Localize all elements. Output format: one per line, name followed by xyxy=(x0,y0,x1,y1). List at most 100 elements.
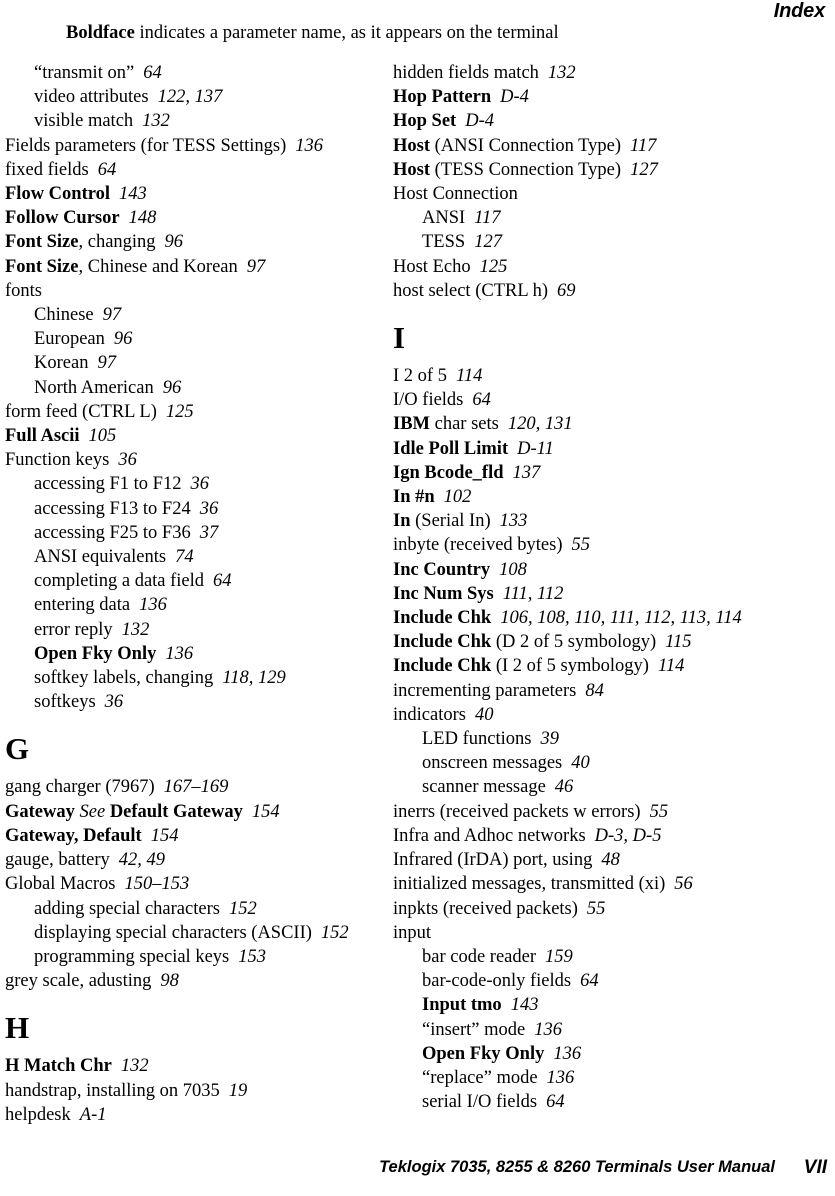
index-entry-term: Inc Country xyxy=(393,559,491,580)
index-entry-pages: 48 xyxy=(601,850,620,871)
index-entry-term: Hop Pattern xyxy=(393,87,492,108)
index-entry-pages: 150–153 xyxy=(124,874,190,895)
index-entry-pages: 64 xyxy=(472,390,491,411)
boldface-legend: Boldface indicates a parameter name, as … xyxy=(66,23,559,44)
index-entry-pages: 64 xyxy=(546,1092,565,1113)
index-entry: Gateway, Default 154 xyxy=(5,824,385,848)
index-entry-pages: 120, 131 xyxy=(507,414,573,435)
index-subentry: Korean 97 xyxy=(34,351,385,375)
index-entry-term: ANSI equivalents xyxy=(34,547,167,568)
index-entry: fonts xyxy=(5,279,385,303)
index-entry-term: Input tmo xyxy=(422,995,502,1016)
section-letter-heading: G xyxy=(5,731,30,767)
index-entry-pages: 117 xyxy=(630,135,657,156)
index-entry: grey scale, adusting 98 xyxy=(5,969,385,993)
index-entry-term: hidden fields match xyxy=(393,63,539,83)
index-entry-term: (ANSI Connection Type) xyxy=(430,135,622,156)
index-entry-pages: 74 xyxy=(175,547,194,568)
index-entry-pages: 111, 112 xyxy=(502,583,564,604)
index-subentry: “insert” mode 136 xyxy=(422,1018,773,1042)
index-entry: Inc Country 108 xyxy=(393,558,773,582)
index-entry-term: Korean xyxy=(34,353,89,374)
index-entry-pages: 148 xyxy=(128,208,157,229)
index-subentry: accessing F13 to F24 36 xyxy=(34,497,385,521)
index-subentry: video attributes 122, 137 xyxy=(34,85,385,109)
index-entry-term: incrementing parameters xyxy=(393,680,577,701)
index-entry-term: Chinese xyxy=(34,305,94,326)
index-entry-pages: 42, 49 xyxy=(118,850,166,871)
index-entry-term: accessing F13 to F24 xyxy=(34,498,191,519)
index-subentry: bar code reader 159 xyxy=(422,945,773,969)
index-entry-term-bold: Host xyxy=(393,159,430,180)
index-entry: Function keys 36 xyxy=(5,448,385,472)
index-entry-pages: 118, 129 xyxy=(222,668,286,689)
index-entry-pages: 114 xyxy=(455,366,483,387)
index-entry: Font Size, changing 96 xyxy=(5,230,385,254)
index-entry-term-bold: Include Chk xyxy=(393,656,492,677)
index-entry: gang charger (7967) 167–169 xyxy=(5,775,385,799)
index-subentry: entering data 136 xyxy=(34,593,385,617)
index-entry-term: error reply xyxy=(34,619,113,640)
index-entry-pages: 105 xyxy=(88,426,117,447)
index-entry-pages: 55 xyxy=(649,801,669,822)
index-entry-term: softkeys xyxy=(34,692,96,713)
page-header: Index Boldface indicates a parameter nam… xyxy=(0,0,835,52)
index-entry-term: Full Ascii xyxy=(5,426,80,447)
index-entry-pages: 152 xyxy=(228,898,257,919)
index-entry-term: gang charger (7967) xyxy=(5,777,155,798)
index-entry-pages: 36 xyxy=(190,474,209,495)
index-entry-term: (I 2 of 5 symbology) xyxy=(491,656,649,677)
index-entry: host select (CTRL h) 69 xyxy=(393,279,773,303)
index-entry-term: LED functions xyxy=(422,729,532,750)
index-entry: gauge, battery 42, 49 xyxy=(5,848,385,872)
index-entry-term-bold: In xyxy=(393,511,411,532)
index-entry-pages: 143 xyxy=(510,995,539,1016)
index-entry-pages: 96 xyxy=(164,232,184,253)
index-entry-term: visible match xyxy=(34,111,134,132)
index-entry-term: programming special keys xyxy=(34,946,230,967)
index-entry-pages: 127 xyxy=(630,159,658,180)
index-entry-term: Include Chk xyxy=(393,608,492,629)
index-entry-pages: 114 xyxy=(657,656,685,677)
index-entry-pages: 122, 137 xyxy=(157,87,223,108)
page-footer: Teklogix 7035, 8255 & 8260 Terminals Use… xyxy=(0,1157,835,1188)
index-entry-pages: 154 xyxy=(251,801,280,822)
index-subentry: softkeys 36 xyxy=(34,690,385,714)
index-entry-pages: 55 xyxy=(571,535,591,556)
index-subentry: ANSI 117 xyxy=(422,206,773,230)
index-entry-pages: 37 xyxy=(199,522,219,543)
index-entry-term: video attributes xyxy=(34,87,149,108)
index-entry: inpkts (received packets) 55 xyxy=(393,897,773,921)
index-entry-term: Follow Cursor xyxy=(5,208,120,229)
index-entry-pages: 125 xyxy=(479,256,508,277)
index-entry-term: North American xyxy=(34,377,154,398)
index-entry-term: I 2 of 5 xyxy=(393,366,447,387)
index-entry-pages: D-3, D-5 xyxy=(594,825,662,846)
index-entry-pages: 36 xyxy=(118,450,137,471)
index-entry-pages: 39 xyxy=(540,729,559,750)
index-entry-pages: 136 xyxy=(534,1019,562,1040)
index-entry: inbyte (received bytes) 55 xyxy=(393,533,773,557)
index-entry-pages: 132 xyxy=(120,1056,149,1077)
index-entry: Follow Cursor 148 xyxy=(5,206,385,230)
index-entry-pages: 137 xyxy=(512,462,541,483)
index-entry: Include Chk (I 2 of 5 symbology) 114 xyxy=(393,654,773,678)
index-entry-term: accessing F1 to F12 xyxy=(34,474,182,495)
index-subentry: visible match 132 xyxy=(34,109,385,133)
index-entry: Infra and Adhoc networks D-3, D-5 xyxy=(393,824,773,848)
index-entry-pages: 136 xyxy=(139,595,167,616)
index-subentry: serial I/O fields 64 xyxy=(422,1090,773,1114)
index-subentry: onscreen messages 40 xyxy=(422,751,773,775)
index-entry-pages: 36 xyxy=(199,498,219,519)
index-entry-term: Gateway, Default xyxy=(5,825,142,846)
index-entry-term: Fields parameters (for TESS Settings) xyxy=(5,135,287,156)
index-entry: Include Chk (D 2 of 5 symbology) 115 xyxy=(393,630,773,654)
index-entry-term: scanner message xyxy=(422,777,546,798)
index-entry: Flow Control 143 xyxy=(5,182,385,206)
index-entry-pages: 132 xyxy=(547,63,576,83)
index-entry-term: entering data xyxy=(34,595,131,616)
index-entry-pages: 56 xyxy=(674,874,693,895)
index-subentry: Open Fky Only 136 xyxy=(34,642,385,666)
index-entry-pages: 106, 108, 110, 111, 112, 113, 114 xyxy=(500,608,742,629)
index-subentry: scanner message 46 xyxy=(422,775,773,799)
